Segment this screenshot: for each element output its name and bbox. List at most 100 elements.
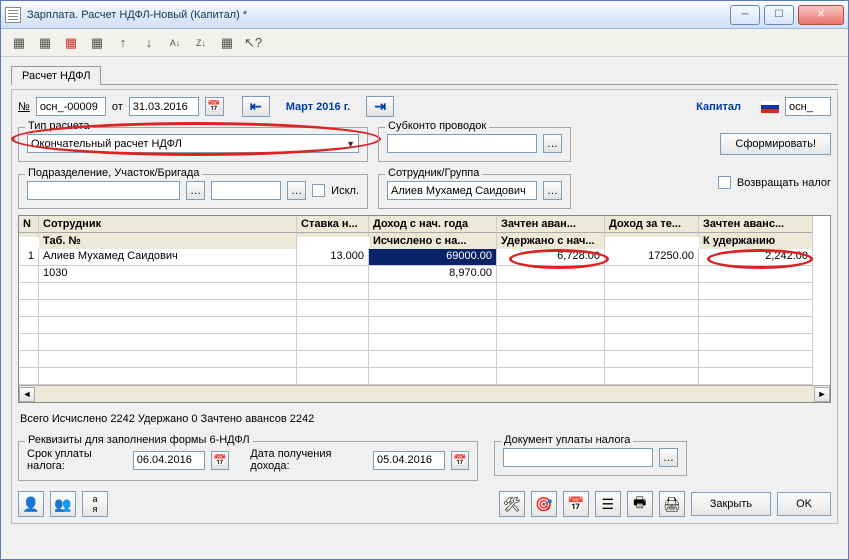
tab-calc-ndfl[interactable]: Расчет НДФЛ xyxy=(11,66,101,85)
col-income-period[interactable]: Доход за те... xyxy=(605,216,699,233)
window-title: Зарплата. Расчет НДФЛ-Новый (Капитал) * xyxy=(27,9,247,21)
scroll-left-icon[interactable]: ◄ xyxy=(19,387,35,402)
minimize-button[interactable]: ─ xyxy=(730,5,760,25)
company-label: Капитал xyxy=(696,101,741,113)
exclude-label: Искл. xyxy=(331,185,359,197)
col-income-year[interactable]: Доход с нач. года xyxy=(369,216,497,233)
calendar-icon[interactable]: 📅 xyxy=(205,97,224,116)
action-btn-8[interactable]: 🖶 xyxy=(627,491,653,517)
action-btn-4[interactable]: 🛠 xyxy=(499,491,525,517)
col-rate[interactable]: Ставка н... xyxy=(297,216,369,233)
pointer-icon[interactable]: ↖? xyxy=(243,33,263,53)
selected-cell[interactable]: 69000.00 xyxy=(369,249,497,266)
col-advance2[interactable]: Зачтен аванс... xyxy=(699,216,813,233)
document-icon xyxy=(5,7,21,23)
return-tax-label: Возвращать налог xyxy=(737,177,831,189)
toolbar-btn-2[interactable]: ▦ xyxy=(35,33,55,53)
employee-filter-input[interactable] xyxy=(387,181,537,200)
close-doc-button[interactable]: Закрыть xyxy=(691,492,771,516)
action-btn-7[interactable]: ☰ xyxy=(595,491,621,517)
scroll-right-icon[interactable]: ► xyxy=(814,387,830,402)
income-date-input[interactable] xyxy=(373,451,445,470)
toolbar-btn-1[interactable]: ▦ xyxy=(9,33,29,53)
close-button[interactable]: ✕ xyxy=(798,5,844,25)
doc-number-input[interactable] xyxy=(36,97,106,116)
table-row[interactable]: 1 Алиев Мухамед Саидович 13.000 69000.00… xyxy=(19,249,830,266)
period-label: Март 2016 г. xyxy=(276,101,361,113)
calc-type-legend: Тип расчета xyxy=(25,120,93,132)
prefix-input[interactable] xyxy=(785,97,831,116)
col-to-withhold[interactable]: К удержанию xyxy=(699,233,813,249)
return-tax-checkbox[interactable] xyxy=(718,176,731,189)
sort-desc-icon[interactable]: Z↓ xyxy=(191,33,211,53)
income-date-calendar-icon[interactable]: 📅 xyxy=(451,451,469,470)
subdivision-legend: Подразделение, Участок/Бригада xyxy=(25,167,202,179)
pay-date-label: Срок уплаты налога: xyxy=(27,448,127,472)
table-row[interactable]: 1030 8,970.00 xyxy=(19,266,830,283)
app-window: Зарплата. Расчет НДФЛ-Новый (Капитал) * … xyxy=(0,0,849,560)
payment-doc-input[interactable] xyxy=(503,448,653,467)
filter-area: № от 📅 ⇤ Март 2016 г. ⇥ Капитал xyxy=(11,89,838,524)
employee-filter-fieldset: Сотрудник/Группа … xyxy=(378,174,571,209)
generate-button[interactable]: Сформировать! xyxy=(720,133,831,155)
titlebar: Зарплата. Расчет НДФЛ-Новый (Капитал) * … xyxy=(1,1,848,29)
payment-doc-legend: Документ уплаты налога xyxy=(501,434,633,446)
content-area: Расчет НДФЛ № от 📅 ⇤ Март 2016 г. ⇥ Капи… xyxy=(1,57,848,559)
bottom-bar: 👤 👥 ая 🛠 🎯 📅 ☰ 🖶 🖨 Закрыть OK xyxy=(18,487,831,517)
sort-asc-icon[interactable]: A↓ xyxy=(165,33,185,53)
doc-date-label: от xyxy=(112,101,123,113)
chevron-down-icon: ▼ xyxy=(346,139,355,149)
col-n[interactable]: N xyxy=(19,216,39,233)
form6-legend: Реквизиты для заполнения формы 6-НДФЛ xyxy=(25,434,253,446)
exclude-checkbox[interactable] xyxy=(312,184,325,197)
doc-number-label: № xyxy=(18,101,30,113)
subkonto-lookup-button[interactable]: … xyxy=(543,134,562,153)
calc-type-select[interactable]: Окончательный расчет НДФЛ ▼ xyxy=(27,134,359,153)
doc-header-row: № от 📅 ⇤ Март 2016 г. ⇥ Капитал xyxy=(18,96,831,117)
calc-type-value: Окончательный расчет НДФЛ xyxy=(31,138,182,150)
arrow-up-icon[interactable]: ↑ xyxy=(113,33,133,53)
flag-icon xyxy=(761,101,779,113)
payment-doc-fieldset: Документ уплаты налога … xyxy=(494,441,687,476)
payment-doc-lookup-button[interactable]: … xyxy=(659,448,678,467)
action-btn-2[interactable]: 👥 xyxy=(50,491,76,517)
subdivision-input[interactable] xyxy=(27,181,180,200)
col-advance[interactable]: Зачтен аван... xyxy=(497,216,605,233)
subkonto-fieldset: Субконто проводок … xyxy=(378,127,571,162)
action-btn-6[interactable]: 📅 xyxy=(563,491,589,517)
table-header: N Сотрудник Таб. № Ставка н... Доход с н… xyxy=(19,216,830,249)
data-table: N Сотрудник Таб. № Ставка н... Доход с н… xyxy=(18,215,831,403)
subkonto-legend: Субконто проводок xyxy=(385,120,489,132)
col-withheld[interactable]: Удержано с нач... xyxy=(497,233,605,249)
employee-filter-lookup-button[interactable]: … xyxy=(543,181,562,200)
action-btn-3[interactable]: ая xyxy=(82,491,108,517)
doc-date-input[interactable] xyxy=(129,97,199,116)
toolbar: ▦ ▦ ▦ ▦ ↑ ↓ A↓ Z↓ ▦ ↖? xyxy=(1,29,848,57)
pay-date-input[interactable] xyxy=(133,451,205,470)
pay-date-calendar-icon[interactable]: 📅 xyxy=(211,451,229,470)
action-btn-1[interactable]: 👤 xyxy=(18,491,44,517)
next-period-button[interactable]: ⇥ xyxy=(366,96,394,117)
brigade-input[interactable] xyxy=(211,181,281,200)
toolbar-btn-3[interactable]: ▦ xyxy=(61,33,81,53)
maximize-button[interactable]: ☐ xyxy=(764,5,794,25)
toolbar-btn-4[interactable]: ▦ xyxy=(87,33,107,53)
subdivision-lookup-button[interactable]: … xyxy=(186,181,205,200)
calc-type-fieldset: Тип расчета Окончательный расчет НДФЛ ▼ xyxy=(18,127,368,162)
action-btn-5[interactable]: 🎯 xyxy=(531,491,557,517)
action-btn-9[interactable]: 🖨 xyxy=(659,491,685,517)
col-employee[interactable]: Сотрудник xyxy=(39,216,297,233)
horizontal-scrollbar[interactable]: ◄ ► xyxy=(19,385,830,402)
summary-text: Всего Исчислено 2242 Удержано 0 Зачтено … xyxy=(18,409,831,429)
table-body: 1 Алиев Мухамед Саидович 13.000 69000.00… xyxy=(19,249,830,385)
col-calc-year[interactable]: Исчислено с на... xyxy=(369,233,497,249)
tab-row: Расчет НДФЛ xyxy=(11,65,838,85)
brigade-lookup-button[interactable]: … xyxy=(287,181,306,200)
col-tabno[interactable]: Таб. № xyxy=(39,233,297,249)
form6-fieldset: Реквизиты для заполнения формы 6-НДФЛ Ср… xyxy=(18,441,478,481)
prev-period-button[interactable]: ⇤ xyxy=(242,96,270,117)
toolbar-btn-9[interactable]: ▦ xyxy=(217,33,237,53)
ok-button[interactable]: OK xyxy=(777,492,831,516)
subkonto-input[interactable] xyxy=(387,134,537,153)
arrow-down-icon[interactable]: ↓ xyxy=(139,33,159,53)
